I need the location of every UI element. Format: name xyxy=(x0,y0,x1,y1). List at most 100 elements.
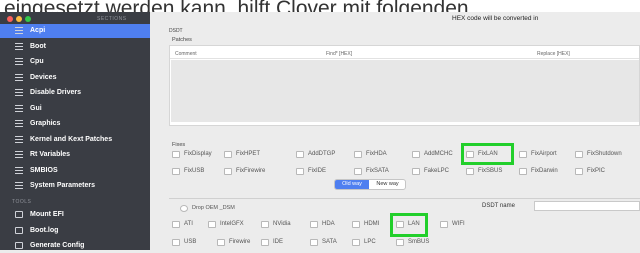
sidebar-item-gui[interactable]: Gui xyxy=(0,102,150,116)
sidebar-item-label: System Parameters xyxy=(30,182,95,189)
drive-icon xyxy=(15,211,23,218)
sidebar-item-system-parameters[interactable]: System Parameters xyxy=(0,179,150,193)
list-icon xyxy=(15,105,23,112)
column-header-find[interactable]: Find* [HEX] xyxy=(326,51,352,57)
checkbox-box[interactable] xyxy=(172,239,180,246)
zoom-window-button[interactable] xyxy=(25,16,31,22)
sidebar-item-label: Kernel and Kext Patches xyxy=(30,136,113,143)
checkbox-box[interactable] xyxy=(217,239,225,246)
checkbox-box[interactable] xyxy=(396,239,404,246)
sidebar-item-graphics[interactable]: Graphics xyxy=(0,117,150,131)
sidebar-item-generate-config[interactable]: Generate Config xyxy=(0,239,150,253)
fixes-mode-segmented-control[interactable]: Old way New way xyxy=(334,179,406,190)
checkbox-box[interactable] xyxy=(440,221,448,228)
checkbox-label: IntelGFX xyxy=(220,221,244,227)
checkbox-label: FixDarwin xyxy=(531,168,558,174)
tools-header: TOOLS xyxy=(12,199,32,205)
dsdt-name-label: DSDT name xyxy=(482,203,515,209)
list-icon xyxy=(15,27,23,34)
sidebar-item-label: Boot.log xyxy=(30,227,59,234)
checkbox-box[interactable] xyxy=(519,168,527,175)
sidebar-item-boot-log[interactable]: Boot.log xyxy=(0,224,150,238)
checkbox-label: AddMCHC xyxy=(424,151,453,157)
checkbox-box[interactable] xyxy=(466,168,474,175)
new-way-segment[interactable]: New way xyxy=(370,180,405,189)
minimize-window-button[interactable] xyxy=(16,16,22,22)
checkbox-box[interactable] xyxy=(575,168,583,175)
highlight-lan xyxy=(390,213,428,237)
checkbox-box[interactable] xyxy=(261,221,269,228)
sidebar-item-label: SMBIOS xyxy=(30,167,58,174)
checkbox-box[interactable] xyxy=(208,221,216,228)
checkbox-box[interactable] xyxy=(354,168,362,175)
list-icon xyxy=(15,74,23,81)
fixes-label: Fixes xyxy=(172,142,186,148)
checkbox-label: FixUSB xyxy=(184,168,205,174)
checkbox-box[interactable] xyxy=(412,168,420,175)
patches-label: Patches xyxy=(172,37,192,43)
checkbox-box[interactable] xyxy=(352,221,360,228)
checkbox-label: FixPIC xyxy=(587,168,605,174)
highlight-fixlan xyxy=(461,143,514,165)
hex-note: HEX code will be converted in xyxy=(452,15,539,22)
acpi-panel: HEX code will be converted in DSDT Patch… xyxy=(150,12,640,250)
dsdt-name-input[interactable] xyxy=(534,201,640,211)
patches-table[interactable]: Comment Find* [HEX] Replace [HEX] xyxy=(169,45,640,126)
checkbox-box[interactable] xyxy=(310,221,318,228)
list-icon xyxy=(15,89,23,96)
checkbox-box[interactable] xyxy=(172,151,180,158)
table-rows[interactable] xyxy=(171,60,639,122)
sidebar-item-kernel-and-kext-patches[interactable]: Kernel and Kext Patches xyxy=(0,133,150,147)
column-header-comment[interactable]: Comment xyxy=(175,51,197,57)
sidebar-item-acpi[interactable]: Acpi xyxy=(0,24,150,38)
sidebar-item-mount-efi[interactable]: Mount EFI xyxy=(0,208,150,222)
checkbox-box[interactable] xyxy=(261,239,269,246)
checkbox-box[interactable] xyxy=(310,239,318,246)
close-window-button[interactable] xyxy=(7,16,13,22)
sidebar-item-smbios[interactable]: SMBIOS xyxy=(0,164,150,178)
column-header-replace[interactable]: Replace [HEX] xyxy=(537,51,570,57)
checkbox-box[interactable] xyxy=(172,168,180,175)
checkbox-label: Firewire xyxy=(229,239,251,245)
list-icon xyxy=(15,167,23,174)
checkbox-label: WIFI xyxy=(452,221,465,227)
checkbox-label: SATA xyxy=(322,239,337,245)
checkbox-label: ATI xyxy=(184,221,193,227)
checkbox-box[interactable] xyxy=(172,221,180,228)
list-icon xyxy=(15,151,23,158)
section-divider xyxy=(169,198,640,199)
list-icon xyxy=(15,136,23,143)
sidebar-item-label: Mount EFI xyxy=(30,211,64,218)
dsdt-label: DSDT xyxy=(169,28,183,34)
sidebar-item-label: Generate Config xyxy=(30,242,85,249)
sidebar-item-devices[interactable]: Devices xyxy=(0,71,150,85)
checkbox-box[interactable] xyxy=(575,151,583,158)
checkbox-box[interactable] xyxy=(224,151,232,158)
sidebar-item-label: Rt Variables xyxy=(30,151,71,158)
checkbox-box[interactable] xyxy=(296,168,304,175)
list-icon xyxy=(15,120,23,127)
checkbox-box[interactable] xyxy=(412,151,420,158)
checkbox-label: FakeLPC xyxy=(424,168,450,174)
header-divider xyxy=(170,58,639,59)
sections-header: SECTIONS xyxy=(97,16,127,22)
checkbox-label: FixHPET xyxy=(236,151,260,157)
checkbox-box[interactable] xyxy=(224,168,232,175)
checkbox-label: FixSBUS xyxy=(478,168,503,174)
sidebar-item-cpu[interactable]: Cpu xyxy=(0,55,150,69)
sidebar-item-label: Graphics xyxy=(30,120,61,127)
checkbox-box[interactable] xyxy=(180,205,188,212)
checkbox-label: LPC xyxy=(364,239,376,245)
list-icon xyxy=(15,43,23,50)
old-way-segment[interactable]: Old way xyxy=(335,180,369,189)
checkbox-label: FixSATA xyxy=(366,168,389,174)
checkbox-box[interactable] xyxy=(354,151,362,158)
sidebar-item-disable-drivers[interactable]: Disable Drivers xyxy=(0,86,150,100)
sidebar-item-label: Devices xyxy=(30,74,57,81)
sidebar-item-boot[interactable]: Boot xyxy=(0,40,150,54)
sidebar-item-rt-variables[interactable]: Rt Variables xyxy=(0,148,150,162)
checkbox-box[interactable] xyxy=(296,151,304,158)
checkbox-label: FixShutdown xyxy=(587,151,622,157)
checkbox-box[interactable] xyxy=(519,151,527,158)
checkbox-box[interactable] xyxy=(352,239,360,246)
